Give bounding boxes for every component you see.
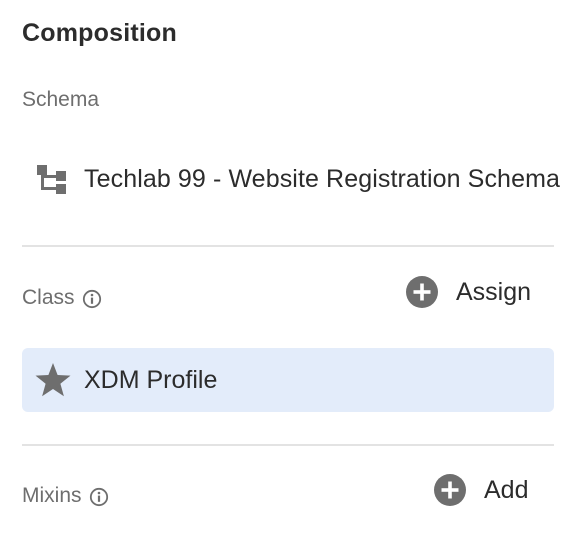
schema-label-text: Schema xyxy=(22,88,100,111)
schema-name: Techlab 99 - Website Registration Schema xyxy=(84,164,560,193)
schema-item[interactable]: Techlab 99 - Website Registration Schema xyxy=(36,163,560,195)
assign-class-button[interactable]: Assign xyxy=(406,276,531,308)
schema-label: Schema xyxy=(22,88,99,112)
schema-tree-icon xyxy=(36,163,68,195)
add-circle-icon xyxy=(434,474,466,506)
mixins-label-text: Mixins xyxy=(22,484,82,507)
mixins-label: Mixins xyxy=(22,484,109,508)
info-icon[interactable] xyxy=(89,487,109,507)
add-mixin-button[interactable]: Add xyxy=(434,474,528,506)
assign-button-label: Assign xyxy=(456,277,532,306)
class-label: Class xyxy=(22,286,102,310)
class-label-text: Class xyxy=(22,286,75,309)
add-circle-icon xyxy=(406,276,438,308)
divider xyxy=(22,444,554,446)
assigned-class-card[interactable]: XDM Profile xyxy=(22,348,554,412)
info-icon[interactable] xyxy=(82,289,102,309)
add-button-label: Add xyxy=(484,475,529,504)
divider xyxy=(22,245,554,247)
class-name: XDM Profile xyxy=(84,365,218,394)
star-icon xyxy=(34,361,72,399)
composition-panel: Composition Schema Techlab 99 - Website … xyxy=(0,0,574,536)
composition-title: Composition xyxy=(22,19,177,47)
